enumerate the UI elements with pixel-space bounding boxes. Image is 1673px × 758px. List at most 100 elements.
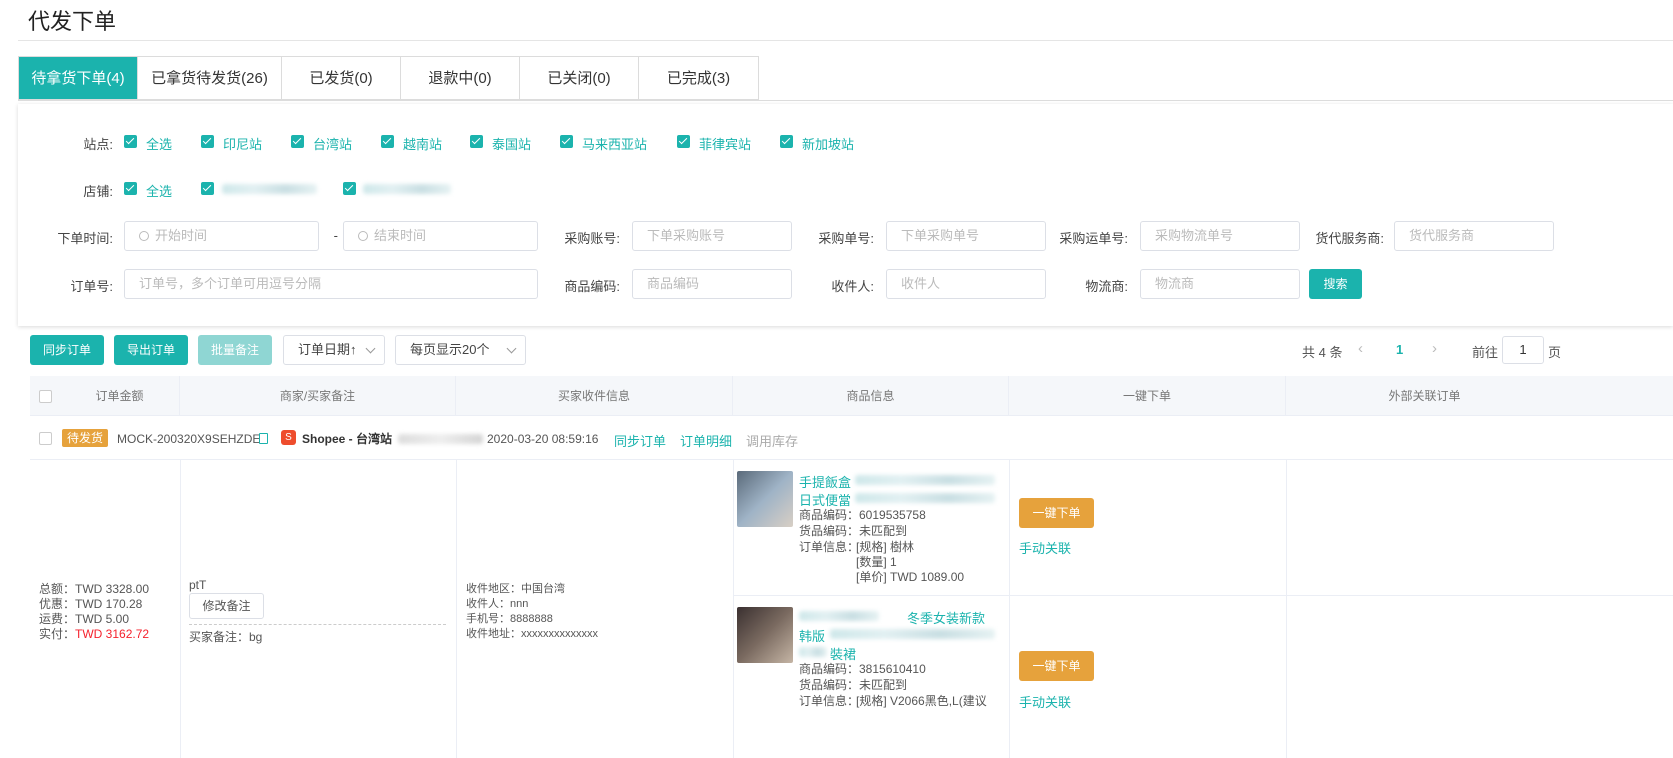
purchase-account-input[interactable]: 下单采购账号 [632, 221, 792, 251]
clock-icon [139, 231, 149, 241]
product-title-1[interactable]: 手提飯盒 [799, 472, 851, 491]
sort-select[interactable]: 订单日期↑ [283, 335, 385, 365]
goto-page-input[interactable]: 1 [1502, 336, 1544, 364]
shop-checkbox-all[interactable] [124, 182, 137, 195]
end-time-input[interactable]: 结束时间 [343, 221, 538, 251]
site-label-tw[interactable]: 台湾站 [313, 134, 352, 153]
site-label-id[interactable]: 印尼站 [223, 134, 262, 153]
site-label-all[interactable]: 全选 [146, 134, 172, 153]
site-checkbox-my[interactable] [560, 135, 573, 148]
product-thumbnail-1 [737, 471, 793, 527]
shop-checkbox-1[interactable] [201, 182, 214, 195]
filter-panel: 站点: 全选 印尼站 台湾站 越南站 泰国站 马来西亚站 菲律宾站 新加坡站 店… [18, 104, 1673, 326]
site-checkbox-all[interactable] [124, 135, 137, 148]
page-number-current[interactable]: 1 [1396, 342, 1403, 357]
use-stock-link[interactable]: 调用库存 [746, 431, 798, 450]
order-no-input[interactable]: 订单号，多个订单可用逗号分隔 [124, 269, 538, 299]
product-title-2-line2[interactable]: 韩版 [799, 626, 825, 645]
product-title-1-line2[interactable]: 日式便當 [799, 490, 851, 509]
shop-checkbox-2[interactable] [343, 182, 356, 195]
product-title-2[interactable]: 冬季女装新款 [907, 608, 985, 627]
copy-icon[interactable] [259, 433, 268, 444]
tab-picked-awaiting-ship[interactable]: 已拿货待发货(26) [138, 57, 282, 99]
purchase-tracking-input[interactable]: 采购物流单号 [1140, 221, 1300, 251]
tab-closed[interactable]: 已关闭(0) [520, 57, 639, 99]
edit-note-button[interactable]: 修改备注 [189, 593, 264, 619]
quick-order-button-2[interactable]: 一键下单 [1019, 651, 1094, 681]
site-label-sg[interactable]: 新加坡站 [802, 134, 854, 153]
header-external-order: 外部关联订单 [1388, 389, 1461, 403]
sync-orders-button[interactable]: 同步订单 [30, 335, 104, 365]
note-divider [189, 624, 446, 625]
sync-order-link[interactable]: 同步订单 [614, 431, 666, 450]
amount-paid: 实付：TWD 3162.72 [39, 627, 150, 641]
buyer-note: 买家备注：bg [189, 630, 263, 644]
tab-pending-purchase[interactable]: 待拿货下单(4) [19, 57, 138, 99]
recipient-region: 收件地区：中国台湾 [466, 583, 565, 595]
status-badge: 待发货 [62, 429, 109, 447]
site-checkbox-ph[interactable] [677, 135, 690, 148]
site-label-my[interactable]: 马来西亚站 [582, 134, 647, 153]
order-id: MOCK-200320X9SEHZDE [117, 432, 261, 446]
batch-note-button[interactable]: 批量备注 [198, 335, 272, 365]
page-size-select[interactable]: 每页显示20个 [395, 335, 526, 365]
purchase-account-label: 采购账号: [564, 231, 620, 246]
title-divider [18, 40, 1673, 41]
tab-completed[interactable]: 已完成(3) [639, 57, 758, 99]
pagination-total: 共 4 条 [1302, 345, 1343, 360]
product-match-2: 货品编码：未匹配到 [799, 678, 908, 692]
goto-label: 前往 [1472, 345, 1499, 360]
manual-link-1[interactable]: 手动关联 [1019, 538, 1071, 557]
logistics-label: 物流商: [1085, 279, 1128, 294]
site-label-th[interactable]: 泰国站 [492, 134, 531, 153]
purchase-tracking-label: 采购运单号: [1059, 231, 1128, 246]
site-label-vn[interactable]: 越南站 [403, 134, 442, 153]
select-all-checkbox[interactable] [39, 390, 52, 403]
order-checkbox[interactable] [39, 432, 52, 445]
product-match-1: 货品编码：未匹配到 [799, 524, 908, 538]
product-code-1: 商品编码：6019535758 [799, 508, 926, 522]
start-time-input[interactable]: 开始时间 [124, 221, 319, 251]
orders-table: 订单金额 商家/买家备注 买家收件信息 商品信息 一键下单 外部关联订单 待发货… [30, 376, 1673, 758]
product-title-2-line3[interactable]: 裝裙 [830, 644, 856, 663]
chevron-down-icon [506, 343, 517, 354]
order-detail-link[interactable]: 订单明细 [680, 431, 732, 450]
receiver-label: 收件人: [831, 279, 874, 294]
shop-name-redacted-1 [222, 184, 317, 194]
header-recipient: 买家收件信息 [456, 376, 733, 416]
search-button[interactable]: 搜索 [1309, 269, 1362, 299]
site-checkbox-vn[interactable] [381, 135, 394, 148]
time-range-separator: - [333, 228, 338, 243]
product-code-label: 商品编码: [564, 279, 620, 294]
site-checkbox-sg[interactable] [780, 135, 793, 148]
product-code-input[interactable]: 商品编码 [632, 269, 792, 299]
site-checkbox-th[interactable] [470, 135, 483, 148]
site-label: 站点: [83, 137, 113, 152]
tab-shipped[interactable]: 已发货(0) [282, 57, 401, 99]
page-unit-label: 页 [1548, 345, 1562, 360]
clock-icon [358, 231, 368, 241]
site-checkbox-id[interactable] [201, 135, 214, 148]
header-amount: 订单金额 [60, 376, 180, 416]
product-price-1: [单价] TWD 1089.00 [856, 570, 965, 584]
header-notes: 商家/买家备注 [180, 376, 456, 416]
receiver-input[interactable]: 收件人 [886, 269, 1046, 299]
site-checkbox-tw[interactable] [291, 135, 304, 148]
shop-name-redacted [398, 434, 483, 444]
product-thumbnail-2 [737, 607, 793, 663]
export-orders-button[interactable]: 导出订单 [114, 335, 188, 365]
seller-note: ptT [189, 578, 207, 592]
purchase-no-input[interactable]: 下单采购单号 [886, 221, 1046, 251]
forwarder-input[interactable]: 货代服务商 [1394, 221, 1554, 251]
order-time-label: 下单时间: [57, 231, 113, 246]
quick-order-button-1[interactable]: 一键下单 [1019, 498, 1094, 528]
next-page-icon[interactable]: › [1432, 340, 1437, 357]
logistics-input[interactable]: 物流商 [1140, 269, 1300, 299]
shopee-icon: S [281, 430, 296, 445]
shop-label-all[interactable]: 全选 [146, 181, 172, 200]
order-no-label: 订单号: [70, 279, 113, 294]
prev-page-icon[interactable]: ‹ [1358, 340, 1363, 357]
tab-refunding[interactable]: 退款中(0) [401, 57, 520, 99]
site-label-ph[interactable]: 菲律宾站 [699, 134, 751, 153]
manual-link-2[interactable]: 手动关联 [1019, 692, 1071, 711]
